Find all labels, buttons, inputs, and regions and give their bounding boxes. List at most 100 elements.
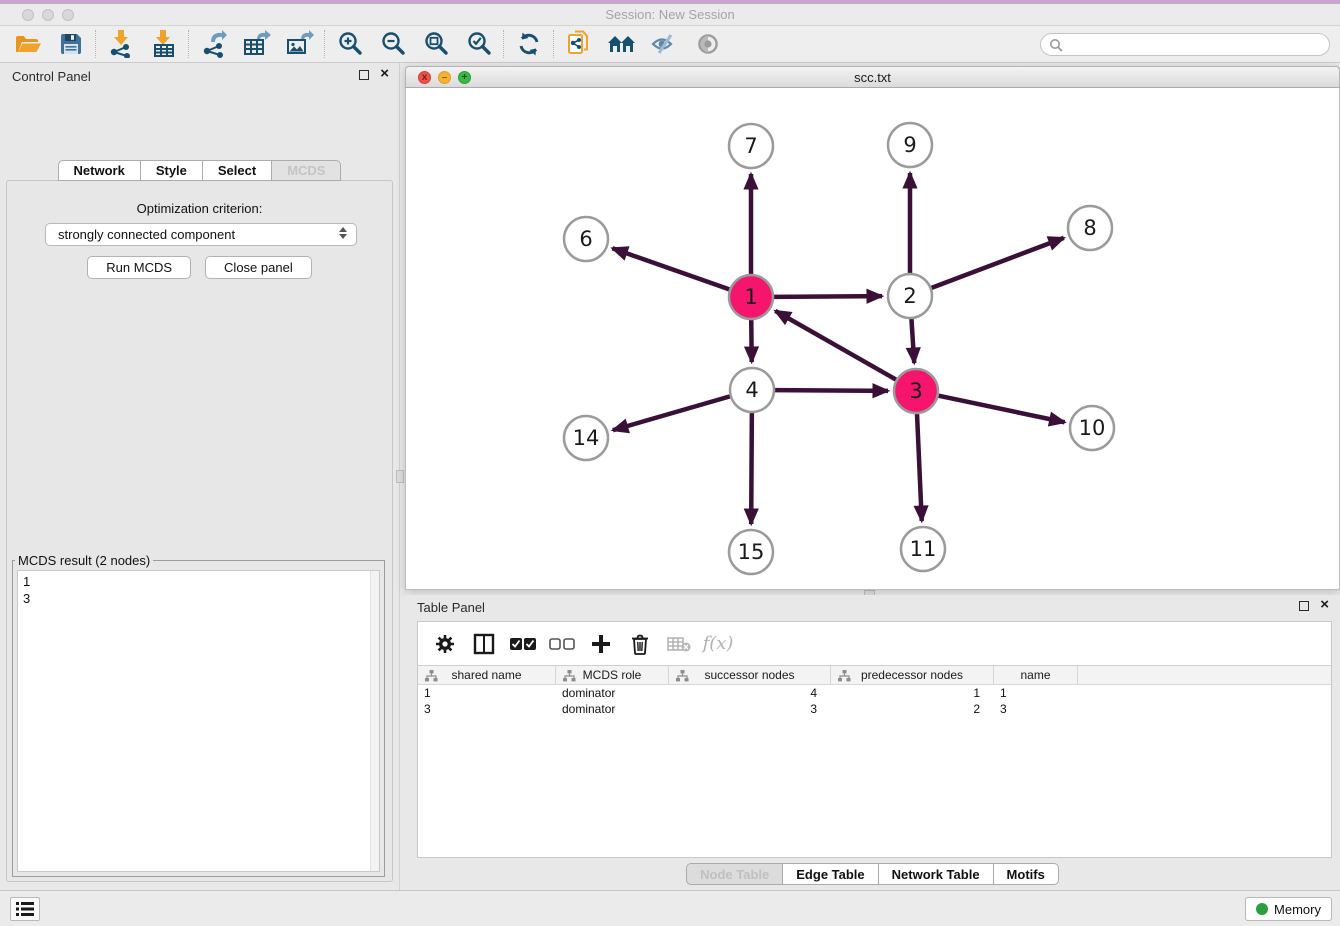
save-session-icon[interactable] xyxy=(49,28,92,60)
table-cell-mcds-role[interactable]: dominator xyxy=(556,701,669,717)
column-header-predecessor-nodes[interactable]: predecessor nodes xyxy=(831,666,994,684)
graph-edge-3-10[interactable] xyxy=(939,396,1065,423)
split-view-icon[interactable] xyxy=(469,629,499,659)
function-builder-icon[interactable]: f(x) xyxy=(703,629,733,659)
import-network-icon[interactable] xyxy=(99,28,142,60)
hide-graphics-details-icon[interactable] xyxy=(643,28,686,60)
export-network-icon[interactable] xyxy=(192,28,235,60)
network-graph[interactable]: 7 9 6 8 1 2 4 3 14 10 15 11 xyxy=(406,88,1339,589)
export-table-icon[interactable] xyxy=(235,28,278,60)
table-tab-node-table[interactable]: Node Table xyxy=(686,863,783,885)
zoom-out-icon[interactable] xyxy=(371,28,414,60)
graph-edge-2-8[interactable] xyxy=(932,238,1064,288)
zoom-in-icon[interactable] xyxy=(328,28,371,60)
export-image-icon[interactable] xyxy=(278,28,321,60)
graph-node-15[interactable]: 15 xyxy=(729,530,773,574)
table-cell-successor-nodes[interactable]: 3 xyxy=(669,701,831,717)
mcds-result-textarea[interactable]: 13 xyxy=(17,570,380,872)
network-view-window: x – + scc.txt 7 9 6 8 1 2 4 3 14 10 15 11 xyxy=(405,66,1340,590)
graph-node-11[interactable]: 11 xyxy=(901,527,945,571)
delete-table-icon[interactable] xyxy=(664,629,694,659)
table-row[interactable]: 1dominator411 xyxy=(418,685,1331,701)
control-panel-close-icon[interactable]: × xyxy=(380,66,389,82)
graph-node-4[interactable]: 4 xyxy=(730,368,774,412)
main-toolbar xyxy=(0,26,1340,63)
add-column-icon[interactable] xyxy=(586,629,616,659)
column-header-mcds-role[interactable]: MCDS role xyxy=(556,666,669,684)
deselect-all-rows-icon[interactable] xyxy=(547,629,577,659)
network-window-titlebar[interactable]: x – + scc.txt xyxy=(405,66,1340,88)
window-minimize-button[interactable] xyxy=(42,9,54,21)
control-panel-tab-select[interactable]: Select xyxy=(203,160,272,181)
table-options-gear-icon[interactable] xyxy=(430,629,460,659)
network-window-minimize-icon[interactable]: – xyxy=(438,71,451,84)
refresh-icon[interactable] xyxy=(507,28,550,60)
mcds-result-line: 3 xyxy=(23,590,374,607)
column-header-successor-nodes[interactable]: successor nodes xyxy=(669,666,831,684)
graph-node-3[interactable]: 3 xyxy=(894,369,938,413)
graph-node-8[interactable]: 8 xyxy=(1068,206,1112,250)
graph-node-14[interactable]: 14 xyxy=(564,416,608,460)
table-cell-successor-nodes[interactable]: 4 xyxy=(669,685,831,701)
control-panel-float-icon[interactable] xyxy=(359,70,369,80)
window-close-button[interactable] xyxy=(22,9,34,21)
control-panel-tab-network[interactable]: Network xyxy=(58,160,141,181)
table-row[interactable]: 3dominator323 xyxy=(418,701,1331,717)
column-header-name[interactable]: name xyxy=(994,666,1078,684)
table-tab-motifs[interactable]: Motifs xyxy=(994,863,1059,885)
graph-edge-2-3[interactable] xyxy=(911,319,914,363)
table-panel-float-icon[interactable] xyxy=(1299,601,1309,611)
window-zoom-button[interactable] xyxy=(62,9,74,21)
show-graphics-details-icon[interactable] xyxy=(686,28,729,60)
close-panel-button[interactable]: Close panel xyxy=(205,256,312,279)
zoom-selected-icon[interactable] xyxy=(457,28,500,60)
graph-edge-3-11[interactable] xyxy=(917,414,922,521)
vertical-splitter-handle[interactable] xyxy=(396,470,404,483)
mcds-result-scrollbar[interactable] xyxy=(370,571,379,871)
table-cell-name[interactable]: 1 xyxy=(994,685,1078,701)
column-header-label: shared name xyxy=(451,668,521,682)
table-cell-mcds-role[interactable]: dominator xyxy=(556,685,669,701)
graph-node-label: 14 xyxy=(573,426,600,450)
table-panel-close-icon[interactable]: × xyxy=(1320,597,1329,613)
control-panel-tab-mcds[interactable]: MCDS xyxy=(272,160,341,181)
graph-edge-4-14[interactable] xyxy=(613,396,730,430)
column-header-shared-name[interactable]: shared name xyxy=(418,666,556,684)
table-cell-predecessor-nodes[interactable]: 2 xyxy=(831,701,994,717)
graph-edge-3-1[interactable] xyxy=(775,311,896,380)
table-cell-name[interactable]: 3 xyxy=(994,701,1078,717)
delete-column-icon[interactable] xyxy=(625,629,655,659)
memory-button[interactable]: Memory xyxy=(1245,897,1332,921)
search-input[interactable] xyxy=(1040,33,1330,56)
table-tab-edge-table[interactable]: Edge Table xyxy=(783,863,878,885)
home-layout-icon[interactable] xyxy=(600,28,643,60)
import-table-icon[interactable] xyxy=(142,28,185,60)
graph-node-6[interactable]: 6 xyxy=(564,217,608,261)
table-cell-shared-name[interactable]: 1 xyxy=(418,685,556,701)
table-cell-shared-name[interactable]: 3 xyxy=(418,701,556,717)
network-canvas[interactable]: 7 9 6 8 1 2 4 3 14 10 15 11 xyxy=(405,88,1340,590)
task-history-list-icon[interactable] xyxy=(10,897,40,921)
table-cell-predecessor-nodes[interactable]: 1 xyxy=(831,685,994,701)
open-session-icon[interactable] xyxy=(6,28,49,60)
graph-edge-4-15[interactable] xyxy=(751,413,752,524)
table-tab-network-table[interactable]: Network Table xyxy=(879,863,994,885)
run-mcds-button[interactable]: Run MCDS xyxy=(87,256,191,279)
graph-edge-1-6[interactable] xyxy=(612,248,729,289)
graph-node-9[interactable]: 9 xyxy=(888,123,932,167)
control-panel-tab-style[interactable]: Style xyxy=(141,160,203,181)
graph-node-1[interactable]: 1 xyxy=(729,275,773,319)
network-window-zoom-icon[interactable]: + xyxy=(458,71,471,84)
graph-edge-1-2[interactable] xyxy=(774,296,882,297)
graph-node-2[interactable]: 2 xyxy=(888,274,932,318)
network-window-close-icon[interactable]: x xyxy=(418,71,431,84)
graph-edge-4-3[interactable] xyxy=(775,390,888,391)
optimization-criterion-select[interactable]: strongly connected component xyxy=(45,223,357,246)
select-all-rows-icon[interactable] xyxy=(508,629,538,659)
graph-node-10[interactable]: 10 xyxy=(1070,406,1114,450)
graph-node-label: 9 xyxy=(903,133,916,157)
window-title: Session: New Session xyxy=(0,4,1340,25)
zoom-fit-icon[interactable] xyxy=(414,28,457,60)
graph-node-7[interactable]: 7 xyxy=(729,124,773,168)
copy-network-icon[interactable] xyxy=(557,28,600,60)
